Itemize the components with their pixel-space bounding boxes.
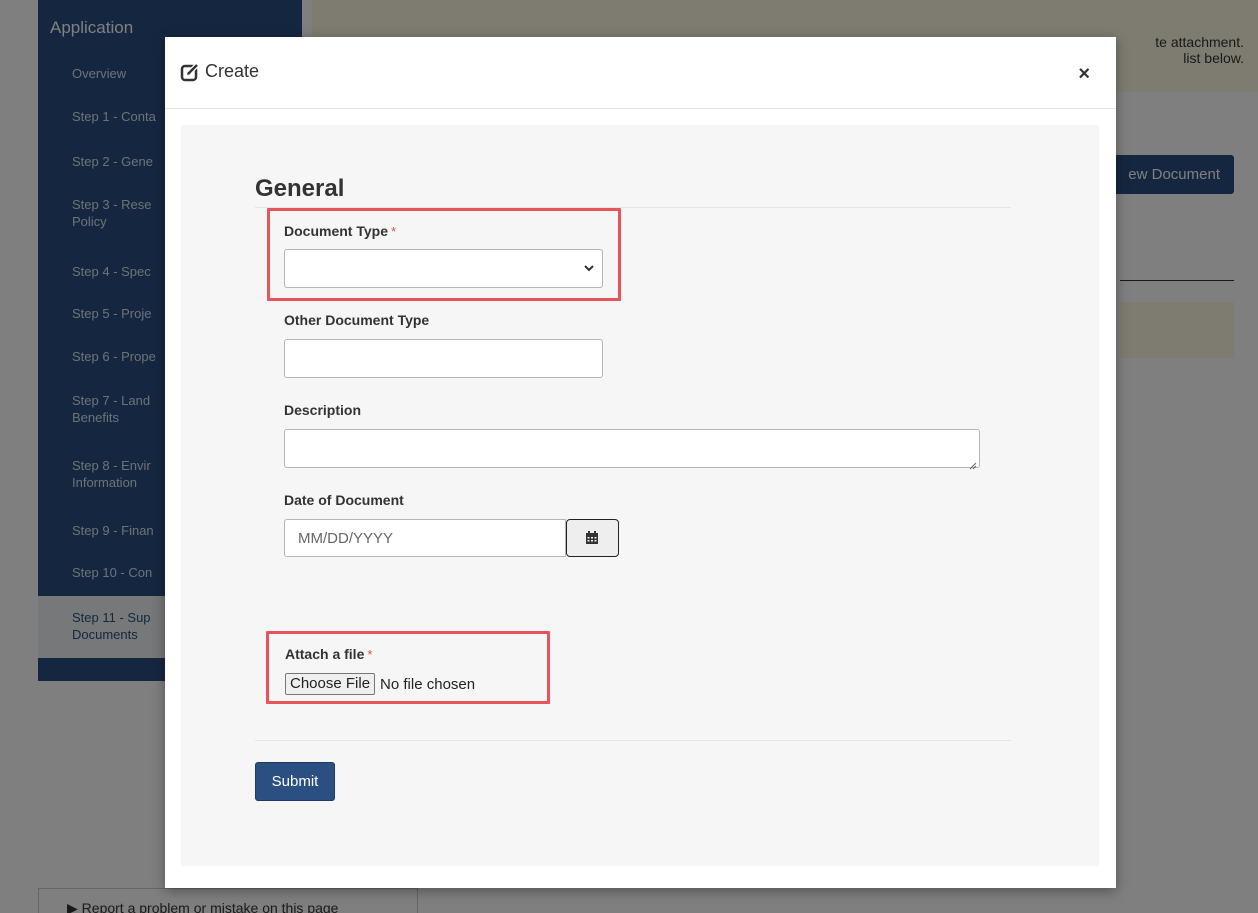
other-document-type-label: Other Document Type: [284, 312, 430, 328]
other-document-type-input[interactable]: [284, 339, 603, 378]
date-of-document-label: Date of Document: [284, 492, 404, 508]
highlight-document-type: [267, 208, 621, 301]
footer-divider: [255, 740, 1011, 741]
date-input[interactable]: MM/DD/YYYY: [284, 519, 566, 557]
description-textarea[interactable]: [284, 429, 980, 470]
description-label: Description: [284, 402, 362, 418]
edit-icon: [180, 62, 200, 82]
modal-title: Create: [180, 61, 259, 82]
calendar-button[interactable]: [566, 519, 619, 557]
resize-grip-icon[interactable]: [969, 457, 977, 470]
submit-button[interactable]: Submit: [255, 762, 335, 801]
highlight-attach-file: [266, 631, 550, 704]
close-button[interactable]: ×: [1078, 64, 1090, 84]
calendar-icon: [586, 531, 598, 544]
section-title: General: [255, 175, 345, 202]
create-document-modal: Create × General Document Type * Other Do…: [165, 37, 1116, 888]
modal-body: General Document Type * Other Document Ty…: [181, 125, 1099, 866]
modal-header: Create ×: [165, 37, 1116, 109]
